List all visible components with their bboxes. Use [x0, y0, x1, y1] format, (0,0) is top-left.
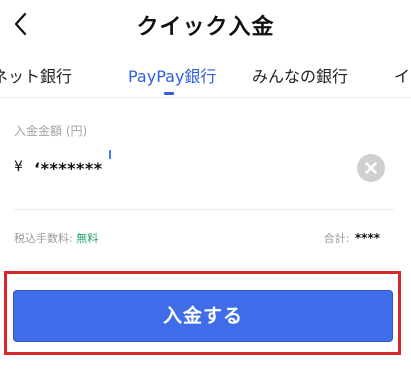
- header-bar: クイック入金: [0, 0, 411, 50]
- bank-tabs: ネット銀行 PayPay銀行 みんなの銀行 イ: [0, 50, 411, 98]
- deposit-submit-label: 入金する: [162, 305, 243, 327]
- tab-next-bank[interactable]: イ: [394, 63, 411, 87]
- amount-divider: [14, 209, 394, 210]
- amount-input[interactable]: [34, 155, 354, 181]
- tab-net-bank[interactable]: ネット銀行: [0, 63, 128, 87]
- currency-symbol: ¥: [14, 159, 23, 175]
- amount-field: ¥: [14, 155, 394, 183]
- total-value: ****: [354, 231, 380, 245]
- amount-label: 入金金額 (円): [14, 124, 88, 138]
- fee-label: 税込手数料:: [14, 232, 73, 245]
- clear-amount-button[interactable]: [357, 154, 385, 182]
- tabs-divider: [0, 97, 411, 98]
- page-title: クイック入金: [136, 15, 275, 40]
- total-info: 合計: ****: [324, 230, 380, 246]
- fee-info: 税込手数料: 無料: [14, 230, 98, 246]
- tab-active-indicator: [164, 92, 174, 95]
- tab-paypay-bank[interactable]: PayPay銀行: [128, 63, 252, 87]
- deposit-submit-button[interactable]: 入金する: [13, 290, 393, 342]
- fee-value: 無料: [76, 232, 99, 245]
- clear-icon: [365, 162, 377, 174]
- tab-minna-bank[interactable]: みんなの銀行: [252, 63, 394, 87]
- total-label: 合計:: [323, 232, 350, 245]
